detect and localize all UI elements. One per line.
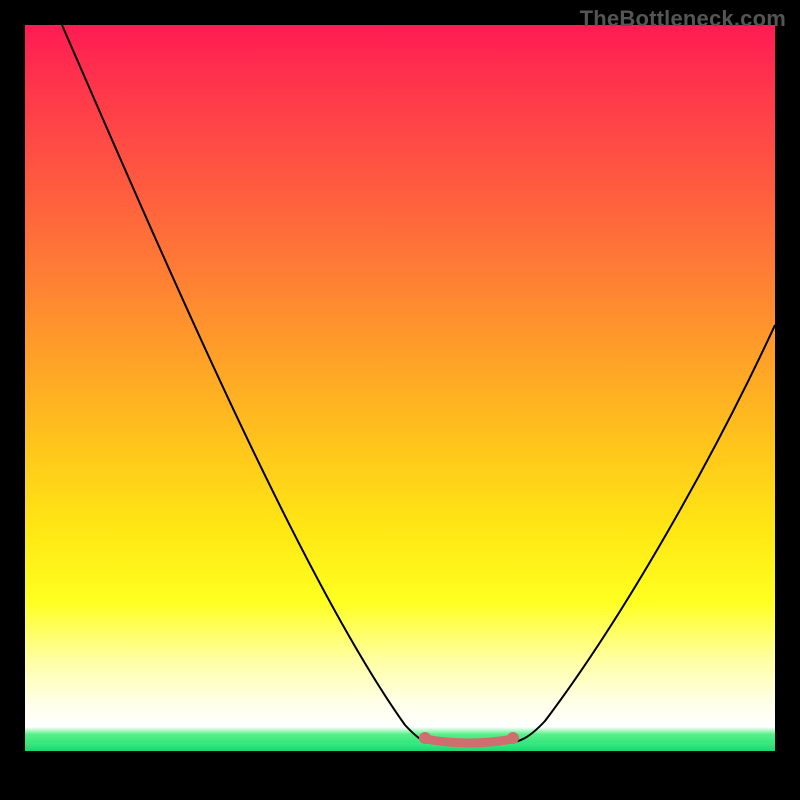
chart-frame <box>25 25 775 775</box>
watermark-text: TheBottleneck.com <box>580 6 786 32</box>
optimal-range-end-dot <box>507 732 519 744</box>
bottleneck-curve-line <box>62 25 775 743</box>
optimal-range-start-dot <box>419 732 431 744</box>
optimal-range-segment <box>425 739 513 743</box>
chart-svg <box>25 25 775 775</box>
